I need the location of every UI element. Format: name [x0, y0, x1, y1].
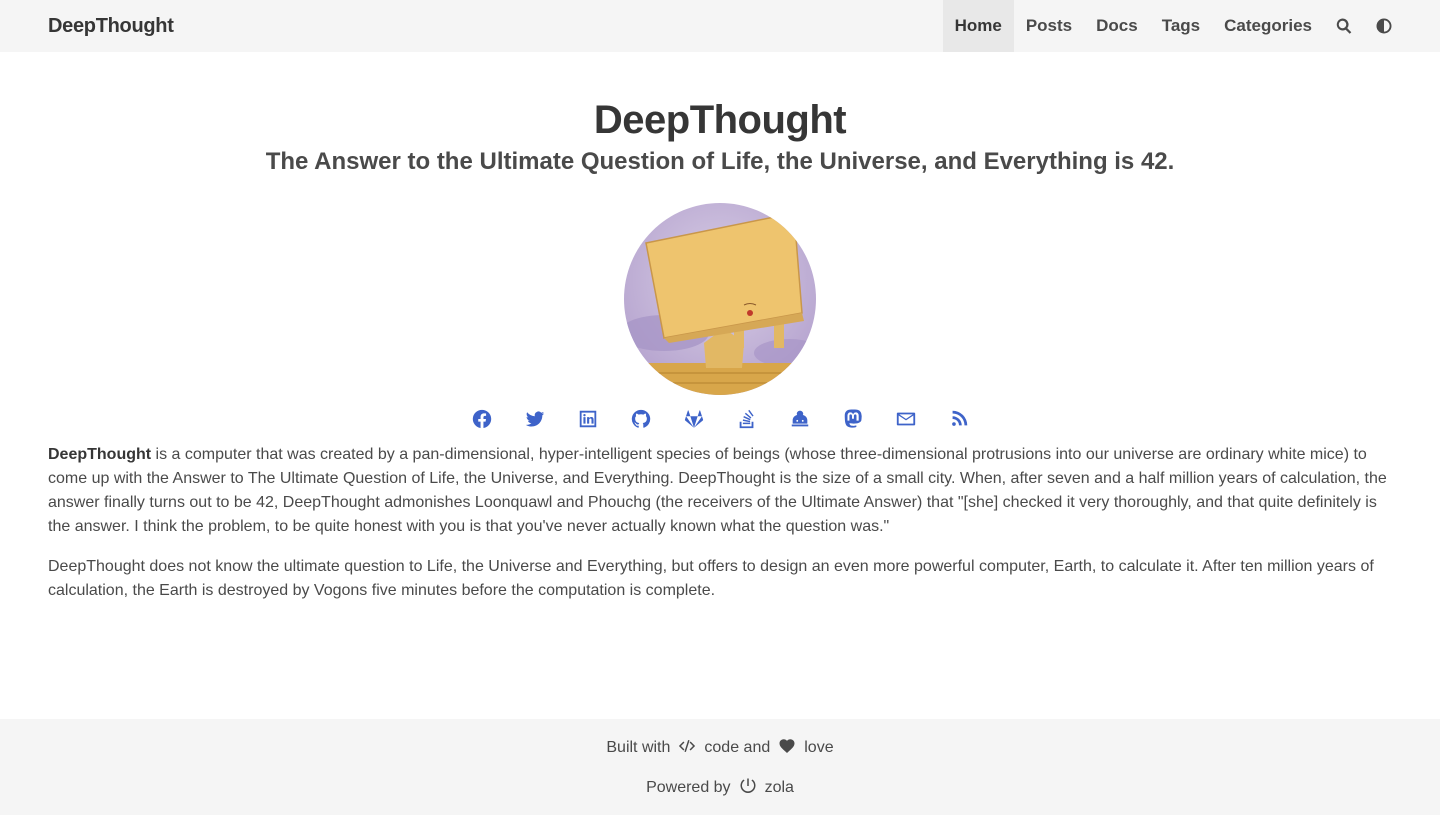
navbar: DeepThought Home Posts Docs Tags Categor…	[0, 0, 1440, 52]
facebook-icon[interactable]	[470, 405, 494, 433]
nav-docs[interactable]: Docs	[1084, 0, 1150, 52]
main-content: DeepThought is a computer that was creat…	[48, 443, 1392, 619]
nav-home[interactable]: Home	[942, 0, 1014, 52]
heart-icon	[778, 737, 796, 760]
zola-link[interactable]: zola	[765, 779, 794, 797]
email-icon[interactable]	[894, 405, 918, 433]
intro-bold: DeepThought	[48, 446, 152, 463]
rss-icon[interactable]	[947, 405, 971, 433]
footer-built-with: Built with code and love	[0, 736, 1440, 760]
powered-by-text: Powered by	[646, 779, 731, 796]
twitter-icon[interactable]	[523, 405, 547, 433]
power-icon	[739, 777, 757, 800]
linkedin-icon[interactable]	[576, 405, 600, 433]
search-icon[interactable]	[1324, 0, 1364, 52]
nav-menu: Home Posts Docs Tags Categories	[942, 0, 1404, 52]
gitlab-icon[interactable]	[682, 405, 706, 433]
intro-paragraph: DeepThought is a computer that was creat…	[48, 443, 1392, 539]
page-subtitle: The Answer to the Ultimate Question of L…	[265, 148, 1175, 175]
brand-link[interactable]: DeepThought	[48, 0, 174, 52]
intro-text: is a computer that was created by a pan-…	[48, 446, 1387, 535]
github-icon[interactable]	[629, 405, 653, 433]
nav-tags[interactable]: Tags	[1150, 0, 1212, 52]
footer	[0, 719, 1440, 815]
code-icon	[678, 737, 696, 760]
love-text: love	[804, 739, 834, 756]
nav-posts[interactable]: Posts	[1014, 0, 1084, 52]
mastodon-icon[interactable]	[841, 405, 865, 433]
built-with-text: Built with	[606, 739, 671, 756]
social-links	[0, 405, 1440, 433]
footer-powered-by: Powered by zola	[0, 776, 1440, 800]
ko-fi-icon[interactable]	[788, 405, 812, 433]
second-paragraph: DeepThought does not know the ultimate q…	[48, 558, 1374, 599]
page-title: DeepThought	[593, 98, 847, 142]
nav-categories[interactable]: Categories	[1212, 0, 1324, 52]
avatar	[624, 203, 816, 395]
theme-toggle-icon[interactable]	[1364, 0, 1404, 52]
code-text: code and	[704, 739, 771, 756]
stackoverflow-icon[interactable]	[735, 405, 759, 433]
